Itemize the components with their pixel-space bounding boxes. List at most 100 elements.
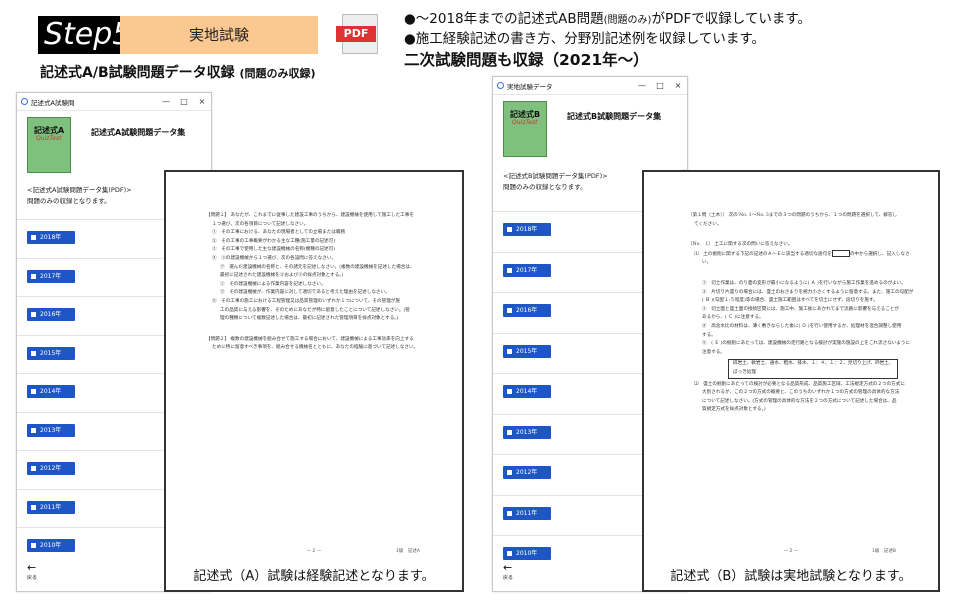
doc-line: 【問題２】 複数の建設機械を組み合せて施工する場合において、建設機械による工事効…: [206, 336, 414, 342]
answer-box: [831, 249, 850, 257]
document-icon: [31, 350, 36, 356]
page-subtitle: 記述式A/B試験問題データ収録 (問題のみ収録): [40, 62, 316, 82]
section-desc: 問題のみの収録となります。: [503, 183, 587, 191]
caption-a: 記述式（A）試験は経験記述となります。: [193, 569, 435, 584]
doc-line: 〔No. 1〕 土工に関する次の問いに答えなさい。: [688, 242, 793, 248]
doc-text: ⑴ 土の掘削に関する下記の記述のＡ〜Ｅに該当する適切な語句を: [694, 251, 832, 257]
year-label: 2018年: [516, 226, 538, 233]
year-button-6[interactable]: 2012年: [503, 466, 551, 479]
back-label: 戻る: [27, 575, 38, 581]
year-label: 2011年: [516, 509, 538, 517]
doc-line: い。: [702, 260, 712, 266]
document-icon: [31, 543, 36, 548]
step-title: 実地試験: [120, 16, 318, 54]
pdf-page-b: 〔第１問（土木）〕 次の No. 1〜No. 3までの３つの問題のうちから、１つ…: [642, 170, 940, 592]
year-button-6[interactable]: 2012年: [27, 462, 75, 475]
year-button-8[interactable]: 2010年: [503, 547, 551, 560]
caption-b: 記述式（B）試験は実地試験となります。: [670, 569, 912, 584]
doc-line: ために特に留意すべき事項を、組み合せる機械名とともに、あなたの経験に基づいて記述…: [212, 345, 419, 351]
book-cover-icon: 記述式B QuizTest: [503, 101, 547, 157]
document-icon: [507, 267, 512, 273]
year-button-1[interactable]: 2017年: [27, 269, 75, 283]
titlebar: 実地試験データ — □ ×: [493, 77, 687, 95]
document-icon: [507, 429, 512, 435]
document-icon: [31, 235, 36, 240]
doc-line: ㋒ その建設機械が、作業内容に対して適切であると考えた理由を記述しなさい。: [220, 290, 390, 296]
year-label: 2013年: [516, 428, 538, 436]
doc-line: 最初に記述された建設機械を②および③の採点対象とする。): [220, 273, 344, 279]
year-label: 2017年: [516, 266, 538, 274]
book-title: 記述式B: [510, 110, 541, 119]
maximize-button[interactable]: □: [651, 81, 669, 90]
year-button-0[interactable]: 2018年: [27, 231, 75, 244]
year-button-2[interactable]: 2016年: [27, 308, 75, 321]
window-title: 実地試験データ: [507, 82, 553, 91]
doc-line: ⑴ 土の掘削に関する下記の記述のＡ〜Ｅに該当する適切な語句を の中から選択し、記入…: [688, 249, 910, 260]
doc-line: ぼっき処理: [733, 369, 756, 375]
doc-line: ③ その工事で使用した主な建設機械の名称(機種の記述可): [212, 247, 336, 253]
note-1-end: がPDFで収録しています。: [651, 11, 811, 27]
back-label: 戻る: [503, 575, 514, 581]
close-button[interactable]: ×: [669, 81, 687, 90]
year-label: 2012年: [40, 465, 62, 472]
doc-a-content: 【問題１】 あなたが、これまでに従事した建設工事のうちから、建設機械を使用して施…: [206, 212, 426, 353]
subtitle-note: (問題のみ収録): [239, 67, 316, 80]
note-line-2: ●施工経験記述の書き方、分野別記述例を収録しています。: [404, 31, 766, 47]
section-desc: 問題のみの収録となります。: [27, 197, 111, 205]
minimize-button[interactable]: —: [633, 81, 651, 90]
doc-line: あるから、( Ｃ )に注意する。: [702, 315, 764, 321]
close-button[interactable]: ×: [193, 97, 211, 106]
year-label: 2014年: [40, 388, 62, 395]
app-icon: [497, 82, 504, 89]
year-button-2[interactable]: 2016年: [503, 304, 551, 317]
note-line-3: 二次試験問題も収録（2021年～）: [404, 51, 649, 69]
maximize-button[interactable]: □: [175, 97, 193, 106]
year-button-7[interactable]: 2011年: [503, 506, 551, 520]
pdf-tag: PDF: [336, 26, 376, 42]
year-button-5[interactable]: 2013年: [27, 423, 75, 437]
document-icon: [507, 227, 512, 232]
document-icon: [507, 470, 512, 475]
year-button-4[interactable]: 2014年: [27, 385, 75, 398]
document-icon: [31, 312, 36, 317]
doc-line: 大別されるが、この２つの方式の概要と、このうちのいずれか１つの方式の管理の具体的…: [702, 390, 900, 396]
doc-line: ④ ③の建設機械から１つ選び、次の各設問に答えなさい。: [212, 255, 337, 261]
section-title: <記述式B試験問題データ集(PDF)>: [503, 172, 608, 180]
doc-line: てください。: [694, 221, 722, 227]
minimize-button[interactable]: —: [157, 97, 175, 106]
doc-line: 【問題１】 あなたが、これまでに従事した建設工事のうちから、建設機械を使用して施…: [206, 213, 414, 218]
year-label: 2010年: [40, 542, 62, 549]
note-1-main: ●～2018年までの記述式AB問題: [404, 11, 604, 27]
year-button-1[interactable]: 2017年: [503, 263, 551, 277]
doc-line: 理の種類について複数記述した場合は、最初に記述された管理項目を採点対象とする。): [220, 316, 399, 322]
note-line-1: ●～2018年までの記述式AB問題(問題のみ)がPDFで収録しています。: [404, 10, 811, 30]
step-label: Step5: [38, 16, 131, 54]
book-subtitle: QuizTest: [512, 119, 538, 126]
year-button-5[interactable]: 2013年: [503, 425, 551, 439]
year-button-3[interactable]: 2015年: [503, 344, 551, 358]
back-button[interactable]: ← 戻る: [503, 562, 514, 583]
year-label: 2015年: [516, 347, 538, 355]
document-icon: [31, 273, 36, 279]
back-button[interactable]: ← 戻る: [27, 562, 38, 583]
window-title: 記述式A試験問: [31, 98, 75, 107]
year-label: 2016年: [40, 311, 62, 318]
year-label: 2011年: [40, 503, 62, 511]
feature-notes: ●～2018年までの記述式AB問題(問題のみ)がPDFで収録しています。 ●施工…: [404, 10, 811, 71]
subtitle-text: 記述式A/B試験問題データ収録: [40, 65, 235, 81]
year-label: 2013年: [40, 426, 62, 434]
year-button-3[interactable]: 2015年: [27, 346, 75, 360]
year-button-4[interactable]: 2014年: [503, 385, 551, 398]
year-button-0[interactable]: 2018年: [503, 223, 551, 236]
section-title: <記述式A試験問題データ集(PDF)>: [27, 186, 132, 194]
year-button-8[interactable]: 2010年: [27, 539, 75, 552]
doc-line: ④ 高含水比の材料は、薄く敷きならした後に( Ｄ )を行い使用するか、処理材を混…: [702, 323, 902, 329]
year-button-7[interactable]: 2011年: [27, 500, 75, 514]
document-icon: [31, 389, 36, 394]
doc-line: ㋑ その建設機械による作業内容を記述しなさい。: [220, 281, 326, 287]
document-icon: [507, 510, 512, 516]
doc-line: ① 切土作業は、のり面の変形が最小になるように( Ａ )を行いながら施工作業を進…: [702, 280, 906, 286]
doc-line: ② 片切り片盛りの場合には、盛土のおさまりを極力小さくするように留意する。また、…: [702, 289, 914, 295]
